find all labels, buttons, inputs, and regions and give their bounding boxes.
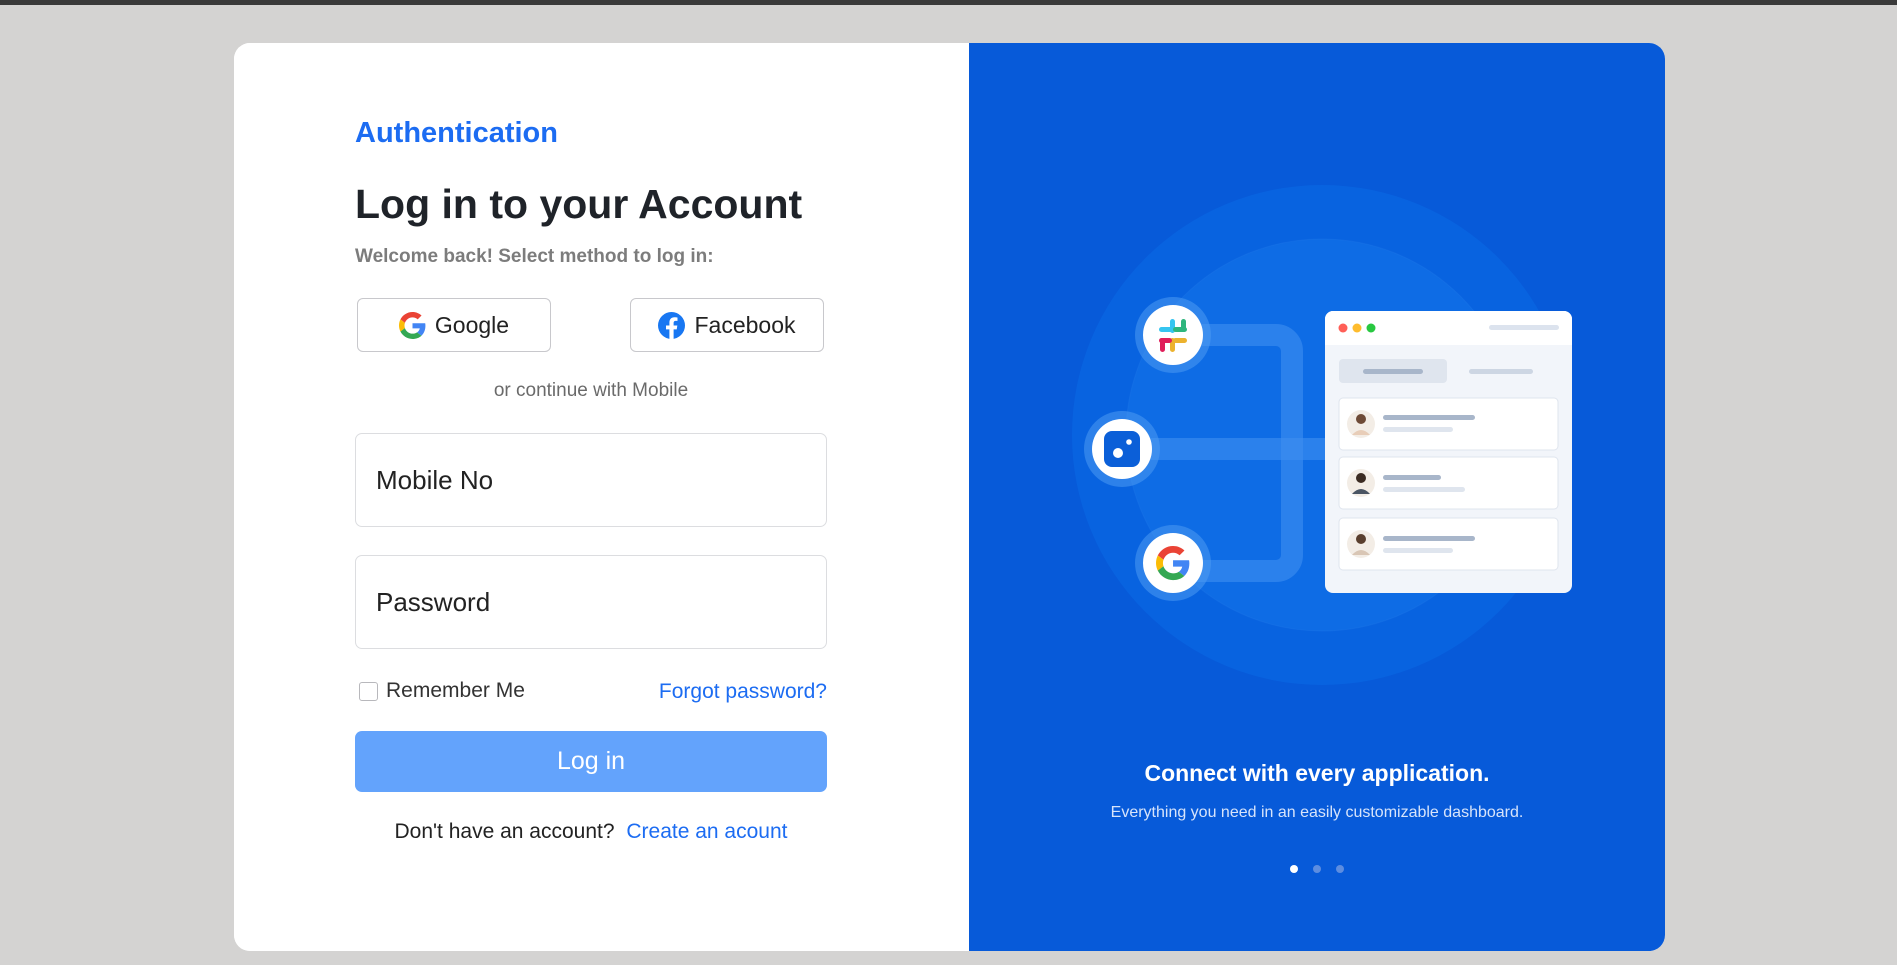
remember-me[interactable]: Remember Me: [359, 679, 525, 703]
facebook-icon: [658, 311, 686, 339]
slack-icon: [1135, 297, 1211, 373]
brand-title: Authentication: [355, 117, 558, 149]
dashboard-window: [1325, 311, 1572, 593]
app-icon: [1084, 411, 1160, 487]
remember-me-checkbox[interactable]: [359, 681, 378, 701]
facebook-label: Facebook: [694, 311, 796, 338]
carousel-dot-3[interactable]: [1336, 865, 1344, 873]
carousel-dot-1[interactable]: [1290, 865, 1298, 873]
page-title: Log in to your Account: [355, 181, 803, 227]
carousel-dot-2[interactable]: [1313, 865, 1321, 873]
google-app-icon: [1135, 525, 1211, 601]
remember-me-label: Remember Me: [386, 679, 525, 702]
password-input[interactable]: [355, 555, 827, 649]
create-account-link[interactable]: Create an acount: [626, 820, 787, 843]
google-label: Google: [434, 311, 510, 338]
promo-title: Connect with every application.: [1144, 760, 1490, 786]
window-close-dot: [1338, 323, 1348, 333]
login-button[interactable]: Log in: [355, 731, 827, 792]
user-row: [1338, 397, 1559, 451]
login-panel: Authentication Log in to your Account We…: [234, 43, 969, 951]
user-row: [1338, 517, 1559, 571]
mobile-input[interactable]: [355, 433, 827, 527]
mobile-divider-text: or continue with Mobile: [493, 380, 689, 401]
forgot-password-link[interactable]: Forgot password?: [659, 680, 827, 704]
auth-card: Authentication Log in to your Account We…: [234, 43, 1665, 951]
promo-subtitle: Everything you need in an easily customi…: [1110, 804, 1524, 821]
integration-illustration: [1072, 185, 1572, 685]
google-icon: [398, 311, 426, 339]
page-subtitle: Welcome back! Select method to log in:: [355, 246, 714, 267]
no-account-text: Don't have an account?: [394, 820, 615, 843]
window-maximize-dot: [1366, 323, 1376, 333]
carousel-dots: [969, 865, 1665, 873]
promo-panel: Connect with every application. Everythi…: [969, 43, 1665, 951]
browser-top-bar: [0, 0, 1897, 5]
facebook-login-button[interactable]: Facebook: [630, 298, 824, 352]
window-minimize-dot: [1352, 323, 1362, 333]
google-login-button[interactable]: Google: [357, 298, 551, 352]
user-row: [1338, 456, 1559, 510]
signup-prompt: Don't have an account? Create an acount: [355, 820, 827, 844]
